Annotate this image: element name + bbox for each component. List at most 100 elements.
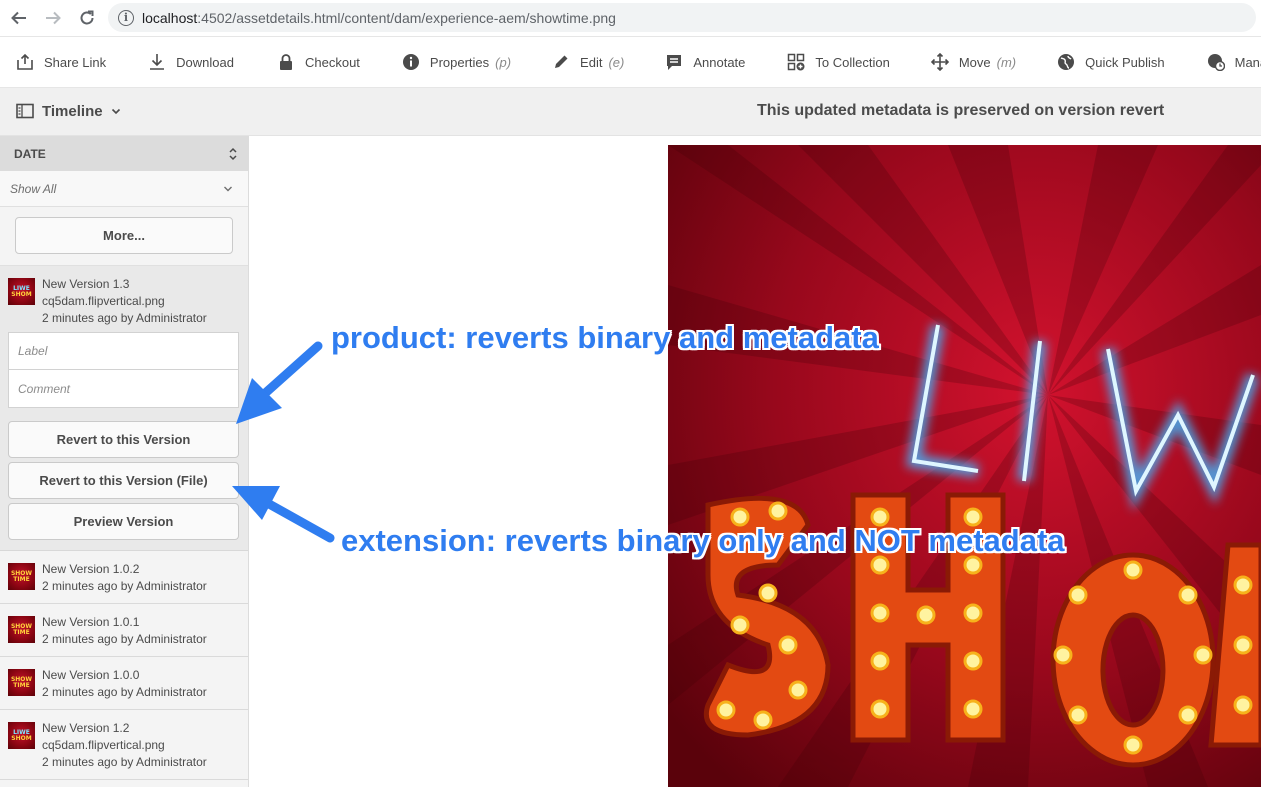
version-title: New Version 1.0.0: [42, 668, 140, 682]
version-title: New Version 1.0.2: [42, 562, 140, 576]
lock-icon: [279, 54, 292, 70]
action-label: Edit: [580, 54, 603, 70]
share-link-button[interactable]: Share Link: [16, 37, 107, 87]
properties-button[interactable]: Properties (p): [402, 37, 512, 87]
timeline-rail: DATE Show All More... LIWE SHOM New Vers…: [0, 136, 249, 787]
action-label: To Collection: [815, 54, 890, 70]
version-item-expanded[interactable]: LIWE SHOM New Version 1.3 cq5dam.flipver…: [0, 266, 248, 551]
version-row: SHOW TIME New Version 1.0.2 2 minutes ag…: [8, 561, 240, 595]
arrow-left-icon: [11, 11, 26, 25]
edit-button[interactable]: Edit (e): [552, 37, 625, 87]
action-label: Share Link: [44, 54, 107, 70]
arrow-right-icon: [46, 11, 61, 25]
version-row: SHOW TIME New Version 1.0.1 2 minutes ag…: [8, 614, 240, 648]
version-item[interactable]: LIWE SHOM New Version 1.2 cq5dam.flipver…: [0, 710, 248, 780]
version-text: New Version 1.0.0 2 minutes ago by Admin…: [42, 667, 207, 701]
rail-toggle-label: Timeline: [42, 102, 103, 120]
globe-clock-icon: [1207, 54, 1225, 71]
version-meta: 2 minutes ago by Administrator: [42, 755, 207, 769]
rail-header-label: DATE: [14, 146, 46, 161]
annotate-button[interactable]: Annotate: [665, 37, 745, 87]
action-bar: Share Link Download Checkout Properties (…: [0, 36, 1261, 88]
action-label: Manage Publi: [1234, 54, 1261, 70]
action-shortcut: (p): [495, 54, 512, 70]
annotation-product: product: reverts binary and metadata: [331, 320, 879, 355]
version-item[interactable]: SHOW TIME New Version 1.0.2 2 minutes ag…: [0, 551, 248, 604]
download-button[interactable]: Download: [148, 37, 234, 87]
forward-button[interactable]: [38, 3, 68, 33]
browser-toolbar: i localhost:4502/assetdetails.html/conte…: [0, 0, 1261, 36]
quick-publish-button[interactable]: Quick Publish: [1057, 37, 1165, 87]
version-thumbnail: SHOW TIME: [8, 669, 35, 696]
sort-icon: [229, 147, 237, 161]
revert-version-button[interactable]: Revert to this Version: [8, 421, 239, 458]
version-item[interactable]: SHOW TIME New Version 1.0.0 2 minutes ag…: [0, 657, 248, 710]
pencil-icon: [555, 55, 568, 68]
version-text: New Version 1.2 cq5dam.flipvertical.png …: [42, 720, 207, 771]
version-text: New Version 1.0.2 2 minutes ago by Admin…: [42, 561, 207, 595]
version-file: cq5dam.flipvertical.png: [42, 738, 165, 752]
thumb-text-bottom: SHOM: [11, 290, 32, 298]
action-label: Properties: [429, 54, 490, 70]
action-label: Download: [176, 54, 234, 70]
action-shortcut: (m): [996, 54, 1017, 70]
info-icon: [402, 54, 419, 70]
annotation-extension: extension: reverts binary only and NOT m…: [341, 523, 1065, 558]
version-row: SHOW TIME New Version 1.0.0 2 minutes ag…: [8, 667, 240, 701]
address-bar[interactable]: i localhost:4502/assetdetails.html/conte…: [108, 3, 1256, 32]
version-header: LIWE SHOM New Version 1.3 cq5dam.flipver…: [8, 276, 239, 327]
page-title: This updated metadata is preserved on ve…: [757, 102, 1165, 119]
preview-version-button[interactable]: Preview Version: [8, 503, 239, 540]
move-icon: [930, 53, 949, 71]
date-sort-header[interactable]: DATE: [0, 136, 248, 171]
more-button[interactable]: More...: [15, 217, 233, 254]
version-text: New Version 1.0.1 2 minutes ago by Admin…: [42, 614, 207, 648]
comment-input[interactable]: Comment: [8, 370, 239, 408]
version-thumbnail: SHOW TIME: [8, 616, 35, 643]
share-icon: [17, 53, 33, 70]
version-row: LIWE SHOM New Version 1.2 cq5dam.flipver…: [8, 720, 240, 771]
version-title: New Version 1.2: [42, 721, 130, 735]
revert-version-file-button[interactable]: Revert to this Version (File): [8, 462, 239, 499]
manage-publication-button[interactable]: Manage Publi: [1207, 37, 1261, 87]
version-title: New Version 1.0.1: [42, 615, 140, 629]
version-meta: 2 minutes ago by Administrator: [42, 311, 207, 325]
version-thumbnail: SHOW TIME: [8, 563, 35, 590]
action-label: Quick Publish: [1085, 54, 1165, 70]
checkout-button[interactable]: Checkout: [277, 37, 360, 87]
url-host: localhost: [142, 9, 198, 26]
asset-image[interactable]: [668, 145, 1261, 787]
chevron-down-icon: [111, 108, 120, 115]
thumb-text-bottom: TIME: [13, 575, 30, 583]
version-meta: 2 minutes ago by Administrator: [42, 685, 207, 699]
title-bar: Timeline This updated metadata is preser…: [0, 88, 1261, 136]
version-meta: 2 minutes ago by Administrator: [42, 632, 207, 646]
info-icon[interactable]: i: [118, 9, 134, 26]
show-all-filter[interactable]: Show All: [0, 171, 248, 207]
thumb-text-bottom: TIME: [13, 628, 30, 636]
annotate-icon: [667, 55, 682, 70]
version-file: cq5dam.flipvertical.png: [42, 294, 165, 308]
download-icon: [150, 54, 165, 70]
globe-icon: [1058, 54, 1075, 70]
thumb-text-bottom: SHOM: [11, 734, 32, 742]
action-label: Move: [958, 54, 991, 70]
showtime-artwork: [668, 145, 1261, 787]
version-meta: 2 minutes ago by Administrator: [42, 579, 207, 593]
reload-button[interactable]: [72, 3, 102, 33]
rail-toggle-button[interactable]: Timeline: [16, 102, 129, 120]
back-button[interactable]: [4, 3, 34, 33]
to-collection-button[interactable]: To Collection: [787, 37, 890, 87]
version-thumbnail: LIWE SHOM: [8, 278, 35, 305]
action-shortcut: (e): [608, 54, 625, 70]
thumb-text-bottom: TIME: [13, 681, 30, 689]
version-text: New Version 1.3 cq5dam.flipvertical.png …: [42, 276, 207, 327]
version-thumbnail: LIWE SHOM: [8, 722, 35, 749]
version-item[interactable]: SHOW TIME New Version 1.0.1 2 minutes ag…: [0, 604, 248, 657]
label-input[interactable]: Label: [8, 332, 239, 370]
chevron-down-icon: [224, 186, 232, 192]
url-path: :4502/assetdetails.html/content/dam/expe…: [197, 9, 616, 26]
action-label: Checkout: [304, 54, 360, 70]
move-button[interactable]: Move (m): [930, 37, 1017, 87]
collection-add-icon: [788, 53, 805, 71]
